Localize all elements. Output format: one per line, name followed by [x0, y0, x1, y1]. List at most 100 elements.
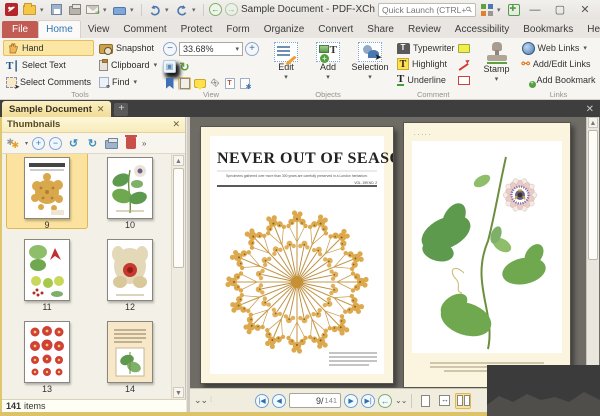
- thumbnail-page-14[interactable]: 14: [90, 321, 170, 394]
- undo-button[interactable]: [147, 3, 162, 17]
- new-tab-button[interactable]: +: [114, 103, 128, 116]
- next-page-button[interactable]: ▶: [344, 394, 358, 408]
- thumbnail-page-10[interactable]: 10: [90, 157, 170, 230]
- bookmarks-pane-button[interactable]: [163, 77, 176, 90]
- edit-objects-button[interactable]: Edit: [265, 40, 307, 81]
- thumbnail-page-12[interactable]: 12: [90, 239, 170, 312]
- tab-share[interactable]: Share: [360, 21, 401, 38]
- tab-accessibility[interactable]: Accessibility: [448, 21, 516, 38]
- more-tools-bottom-icon[interactable]: ⌄⌄: [194, 395, 207, 406]
- previous-view-button[interactable]: ←: [378, 394, 392, 408]
- underline-button[interactable]: TUnderline: [397, 74, 446, 86]
- tab-home[interactable]: Home: [38, 20, 81, 38]
- tab-bookmarks[interactable]: Bookmarks: [516, 21, 580, 38]
- print-button[interactable]: [67, 3, 82, 17]
- close-active-document-icon[interactable]: ✕: [586, 104, 600, 117]
- properties-pane-button[interactable]: [238, 77, 251, 90]
- tab-review[interactable]: Review: [401, 21, 448, 38]
- redo-dropdown[interactable]: ▾: [192, 6, 198, 14]
- scroll-down-icon[interactable]: ▼: [173, 387, 184, 398]
- document-scrollbar[interactable]: ▲ ▼: [586, 117, 599, 388]
- close-document-tab-icon[interactable]: ✕: [97, 104, 105, 115]
- fit-visible-button[interactable]: ▣: [163, 60, 176, 73]
- tab-convert[interactable]: Convert: [311, 21, 360, 38]
- thumbnail-options-icon[interactable]: [6, 136, 21, 151]
- tab-view[interactable]: View: [81, 21, 117, 38]
- rotate-ccw-pages-icon[interactable]: ↺: [66, 136, 81, 151]
- fullscreen-button[interactable]: [506, 3, 521, 17]
- email-dropdown[interactable]: ▾: [103, 6, 109, 14]
- redo-button[interactable]: [174, 3, 189, 17]
- thumbnail-page-13[interactable]: 13: [7, 321, 87, 394]
- tab-file[interactable]: File: [2, 21, 38, 38]
- doc-scroll-up-icon[interactable]: ▲: [588, 117, 598, 128]
- clipboard-button[interactable]: Clipboard: [96, 57, 160, 73]
- quick-launch-box[interactable]: [378, 3, 476, 17]
- scan-dropdown[interactable]: ▾: [130, 6, 136, 14]
- tab-form[interactable]: Form: [219, 21, 256, 38]
- page-number-field[interactable]: 9/141: [289, 393, 341, 408]
- comments-pane-button[interactable]: [193, 77, 206, 90]
- sticky-note-icon[interactable]: [458, 44, 470, 53]
- two-page-layout-button[interactable]: [455, 393, 471, 409]
- selection-button[interactable]: ➤ Selection: [349, 40, 391, 81]
- nav-more-chevron-icon[interactable]: ⌄⌄: [395, 396, 406, 405]
- add-objects-button[interactable]: T+ Add: [307, 40, 349, 81]
- ui-options-icon[interactable]: [479, 3, 494, 17]
- zoom-out-thumbnails-button[interactable]: −: [49, 137, 62, 150]
- ui-options-dropdown[interactable]: ▾: [497, 6, 503, 14]
- thumbnails-scrollbar-thumb[interactable]: [173, 168, 184, 268]
- quick-launch-input[interactable]: [382, 5, 466, 15]
- previous-page-button[interactable]: ◀: [272, 394, 286, 408]
- close-panel-icon[interactable]: ✕: [172, 119, 180, 130]
- attachments-pane-button[interactable]: ✉: [208, 77, 221, 90]
- zoom-out-button[interactable]: −: [163, 42, 177, 56]
- close-button[interactable]: ✕: [574, 2, 596, 17]
- tab-comment[interactable]: Comment: [116, 21, 173, 38]
- last-page-button[interactable]: ▶|: [361, 394, 375, 408]
- add-edit-links-button[interactable]: ⚯ Add/Edit Links: [522, 56, 596, 72]
- zoom-in-thumbnails-button[interactable]: +: [32, 137, 45, 150]
- history-forward-button[interactable]: →: [225, 3, 238, 16]
- undo-dropdown[interactable]: ▾: [165, 6, 171, 14]
- print-pages-icon[interactable]: [104, 136, 119, 151]
- document-tab-active[interactable]: Sample Document ✕: [2, 101, 111, 117]
- scroll-up-icon[interactable]: ▲: [173, 155, 184, 166]
- select-text-button[interactable]: T∣ Select Text: [3, 57, 94, 73]
- arrow-tool-icon[interactable]: [457, 59, 470, 69]
- thumbnail-page-9[interactable]: 9: [7, 157, 87, 230]
- find-tool-button[interactable]: Find: [96, 74, 160, 90]
- snapshot-button[interactable]: Snapshot: [96, 40, 160, 56]
- maximize-button[interactable]: ▢: [549, 2, 571, 17]
- rotate-cw-pages-icon[interactable]: ↻: [85, 136, 100, 151]
- rotate-cw-icon[interactable]: ↻: [178, 60, 191, 73]
- tab-organize[interactable]: Organize: [257, 21, 312, 38]
- fields-pane-button[interactable]: T: [223, 77, 236, 90]
- document-page-left[interactable]: NEVER OUT OF SEASON Specimens gathered o…: [200, 126, 394, 384]
- document-page-right[interactable]: ·····: [403, 122, 571, 388]
- scan-button[interactable]: [112, 3, 127, 17]
- thumbnail-options-dropdown[interactable]: ▾: [25, 140, 28, 147]
- zoom-in-button[interactable]: +: [245, 42, 259, 56]
- delete-pages-icon[interactable]: [123, 136, 138, 151]
- open-button[interactable]: [22, 3, 37, 17]
- stamp-button[interactable]: Stamp: [476, 40, 518, 83]
- fit-page-layout-button[interactable]: [436, 393, 452, 409]
- thumbnails-scrollbar[interactable]: ▲ ▼: [171, 154, 185, 399]
- thumbnails-pane-button[interactable]: [178, 77, 191, 90]
- rectangle-tool-icon[interactable]: [458, 76, 470, 85]
- minimize-button[interactable]: —: [524, 2, 546, 17]
- web-links-button[interactable]: Web Links: [522, 40, 596, 56]
- first-page-button[interactable]: |◀: [255, 394, 269, 408]
- tab-help[interactable]: Help: [580, 21, 600, 38]
- save-button[interactable]: [49, 3, 64, 17]
- hand-tool-button[interactable]: Hand: [3, 40, 94, 56]
- typewriter-button[interactable]: Typewriter: [397, 43, 455, 54]
- thumbnail-page-11[interactable]: 11: [7, 239, 87, 312]
- tab-protect[interactable]: Protect: [174, 21, 220, 38]
- more-tools-chevron-icon[interactable]: »: [142, 139, 145, 148]
- history-back-button[interactable]: ←: [209, 3, 222, 16]
- highlight-button[interactable]: THighlight: [397, 58, 447, 70]
- select-comments-button[interactable]: Select Comments: [3, 74, 94, 90]
- single-page-layout-button[interactable]: [417, 393, 433, 409]
